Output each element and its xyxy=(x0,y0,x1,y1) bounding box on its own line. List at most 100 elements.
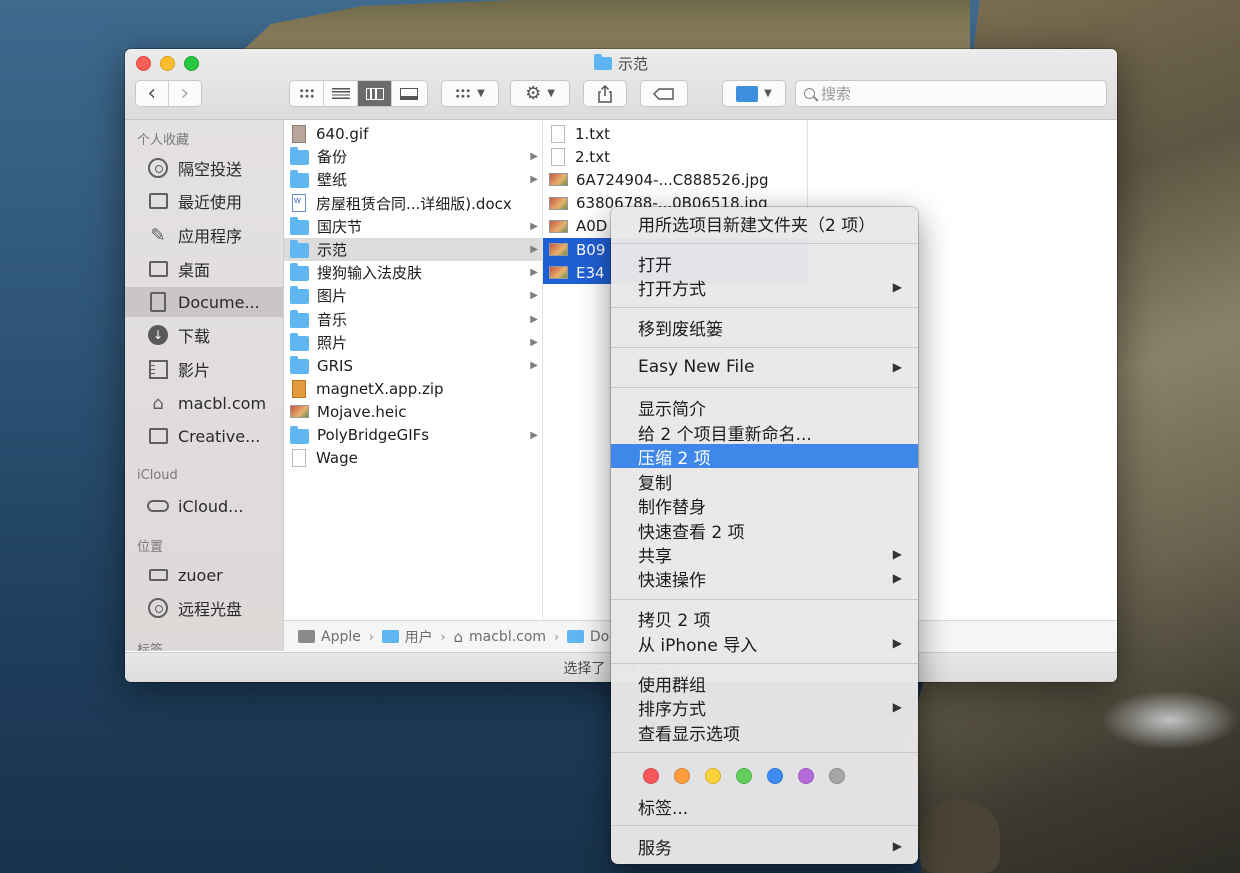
path-item[interactable]: Do xyxy=(590,629,609,645)
tag-color-dot[interactable] xyxy=(829,768,845,784)
cloud-icon xyxy=(147,496,169,516)
menu-item[interactable]: 使用群组 xyxy=(611,671,918,696)
folder-icon xyxy=(290,147,309,166)
menu-item[interactable]: 查看显示选项 xyxy=(611,720,918,745)
tag-color-dot[interactable] xyxy=(643,768,659,784)
menu-item[interactable]: 从 iPhone 导入 ▶ xyxy=(611,631,918,656)
image-file-icon xyxy=(549,266,568,280)
path-item[interactable]: 用户 xyxy=(405,627,433,647)
path-item[interactable]: macbl.com xyxy=(469,629,546,645)
tag-color-dot[interactable] xyxy=(736,768,752,784)
folder-row[interactable]: 备份 ▶ xyxy=(284,145,542,168)
sidebar-item-movies[interactable]: 影片 xyxy=(125,354,283,384)
menu-item[interactable]: 服务 ▶ xyxy=(611,834,918,859)
group-button[interactable]: ▼ xyxy=(441,80,499,107)
menu-item-label: 标签... xyxy=(638,798,689,819)
icon-view-button[interactable] xyxy=(290,81,324,106)
menu-item[interactable]: Easy New File ▶ xyxy=(611,355,918,379)
tag-color-dot[interactable] xyxy=(767,768,783,784)
sidebar-item-downloads[interactable]: ↓ 下载 xyxy=(125,320,283,350)
menu-item[interactable]: 排序方式 ▶ xyxy=(611,695,918,720)
sidebar-item-label: 影片 xyxy=(178,361,211,380)
disclosure-arrow-icon: ▶ xyxy=(530,336,538,348)
sidebar-section-favorites: 个人收藏 xyxy=(137,133,190,148)
folder-row[interactable]: 壁纸 ▶ xyxy=(284,168,542,191)
file-name: A0D xyxy=(576,217,608,236)
file-name: 房屋租赁合同...详细版).docx xyxy=(316,194,512,213)
menu-item[interactable]: 拷贝 2 项 xyxy=(611,606,918,631)
menu-item[interactable]: 给 2 个项目重新命名... xyxy=(611,420,918,445)
chevron-down-icon: ▼ xyxy=(547,88,555,99)
folder-row[interactable]: 示范 ▶ xyxy=(284,238,542,261)
folder-row[interactable]: GRIS ▶ xyxy=(284,354,542,377)
back-button[interactable]: ‹ xyxy=(136,81,169,106)
sidebar-item-airdrop[interactable]: 隔空投送 xyxy=(125,153,283,183)
gallery-view-button[interactable] xyxy=(392,81,426,106)
file-row[interactable]: 房屋租赁合同...详细版).docx xyxy=(284,192,542,215)
folder-row[interactable]: 音乐 ▶ xyxy=(284,308,542,331)
tags-button[interactable] xyxy=(640,80,688,107)
sidebar-item-icloud-drive[interactable]: iCloud... xyxy=(125,491,283,521)
sidebar-item-desktop[interactable]: 桌面 xyxy=(125,254,283,284)
file-row[interactable]: 6A724904-...C888526.jpg xyxy=(543,168,807,191)
sidebar-item-creative[interactable]: Creative... xyxy=(125,421,283,451)
menu-item[interactable]: 制作替身 xyxy=(611,493,918,518)
sidebar-item-label: 桌面 xyxy=(178,261,211,280)
menu-item[interactable]: 打开方式 ▶ xyxy=(611,275,918,300)
path-item[interactable]: Apple xyxy=(321,629,361,645)
list-view-button[interactable] xyxy=(324,81,358,106)
action-button[interactable]: ⚙ ▼ xyxy=(510,80,570,107)
folder-row[interactable]: 搜狗输入法皮肤 ▶ xyxy=(284,261,542,284)
sidebar-item-remote-disc[interactable]: 远程光盘 xyxy=(125,593,283,623)
folder-row[interactable]: PolyBridgeGIFs ▶ xyxy=(284,424,542,447)
share-button[interactable] xyxy=(583,80,627,107)
sidebar-item-label: 下载 xyxy=(178,327,211,346)
folder-plus-icon xyxy=(736,85,759,102)
file-row[interactable]: magnetX.app.zip xyxy=(284,377,542,400)
folder-row[interactable]: 图片 ▶ xyxy=(284,284,542,307)
file-name: 640.gif xyxy=(316,124,369,143)
file-row[interactable]: 2.txt xyxy=(543,145,807,168)
movies-icon xyxy=(147,359,169,379)
file-row[interactable]: 1.txt xyxy=(543,122,807,145)
search-input[interactable]: 搜索 xyxy=(795,80,1107,107)
applications-icon: ✎ xyxy=(150,224,166,246)
menu-item[interactable]: 显示简介 xyxy=(611,395,918,420)
forward-button[interactable]: › xyxy=(169,81,202,106)
menu-item[interactable]: 快速操作 ▶ xyxy=(611,566,918,591)
column-view-button[interactable] xyxy=(358,81,392,106)
menu-item[interactable]: 移到废纸篓 xyxy=(611,315,918,340)
menu-item[interactable]: 共享 ▶ xyxy=(611,542,918,567)
sidebar-section-tags: 标签 xyxy=(137,643,164,651)
sidebar-item-home[interactable]: ⌂ macbl.com xyxy=(125,388,283,418)
folder-row[interactable]: 国庆节 ▶ xyxy=(284,215,542,238)
submenu-arrow-icon: ▶ xyxy=(892,700,902,714)
tag-color-dot[interactable] xyxy=(674,768,690,784)
menu-item[interactable]: 快速查看 2 项 xyxy=(611,518,918,543)
menu-item[interactable]: 复制 xyxy=(611,469,918,494)
sidebar-item-label: 隔空投送 xyxy=(178,160,243,179)
sidebar-item-recents[interactable]: 最近使用 xyxy=(125,186,283,216)
sidebar-item-label: zuoer xyxy=(178,565,223,585)
menu-item[interactable]: 用所选项目新建文件夹（2 项） xyxy=(611,211,918,236)
sidebar-item-applications[interactable]: ✎ 应用程序 xyxy=(125,220,283,250)
sidebar-item-documents[interactable]: Docume... xyxy=(125,287,283,317)
file-name: 音乐 xyxy=(317,310,348,329)
menu-item-label: 共享 xyxy=(638,546,672,567)
menu-item[interactable]: 标签... xyxy=(611,794,918,819)
file-row[interactable]: Mojave.heic xyxy=(284,400,542,423)
new-folder-button[interactable]: ▼ xyxy=(722,80,786,107)
disclosure-arrow-icon: ▶ xyxy=(530,220,538,232)
folder-row[interactable]: 照片 ▶ xyxy=(284,331,542,354)
file-row[interactable]: Wage xyxy=(284,447,542,470)
tag-color-dot[interactable] xyxy=(798,768,814,784)
file-row[interactable]: 640.gif xyxy=(284,122,542,145)
path-separator-icon: › xyxy=(554,629,559,644)
tag-color-dot[interactable] xyxy=(705,768,721,784)
menu-item-label: 拷贝 2 项 xyxy=(638,610,711,631)
home-icon: ⌂ xyxy=(453,627,464,646)
menu-item-label: 复制 xyxy=(638,473,672,494)
menu-item[interactable]: 打开 xyxy=(611,251,918,276)
menu-item[interactable]: 压缩 2 项 xyxy=(611,444,918,469)
sidebar-item-zuoer[interactable]: zuoer xyxy=(125,560,283,590)
